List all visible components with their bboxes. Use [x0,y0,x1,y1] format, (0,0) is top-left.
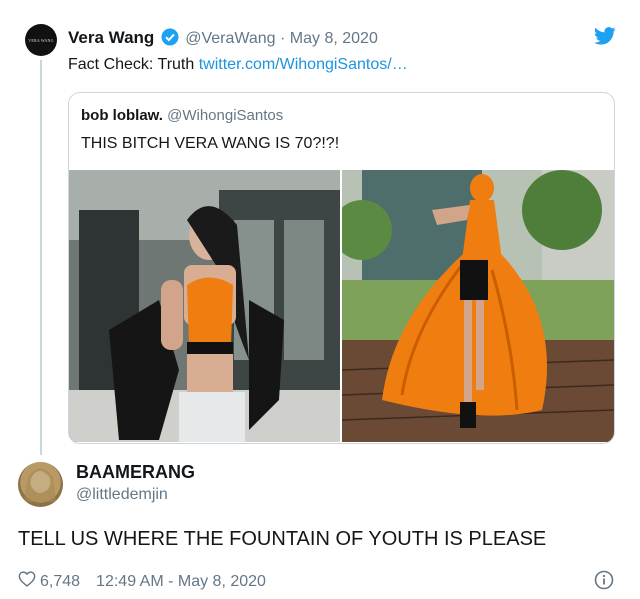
thread-line [40,60,42,455]
quoted-image-right[interactable] [342,170,614,442]
quoted-handle: @WihongiSantos [167,107,284,124]
tweet-text: Fact Check: Truth twitter.com/WihongiSan… [68,56,408,74]
tweet-date[interactable]: May 8, 2020 [290,30,378,47]
quoted-image-left[interactable] [69,170,340,442]
author-handle[interactable]: @VeraWang [185,30,275,47]
reply-text: TELL US WHERE THE FOUNTAIN OF YOUTH IS P… [18,528,547,550]
twitter-bird-icon[interactable] [594,27,616,50]
author-name[interactable]: Vera Wang [68,28,154,47]
reply-footer: 6,748 12:49 AM - May 8, 2020 [18,571,266,592]
reply-author-name[interactable]: BAAMERANG [76,462,195,483]
info-icon[interactable] [594,570,614,595]
dot-separator: · [280,30,286,47]
quoted-tweet-card[interactable]: bob loblaw. @WihongiSantos THIS BITCH VE… [68,92,615,444]
heart-icon[interactable] [18,571,36,592]
author-avatar[interactable]: VERA WANG [25,24,57,56]
reply-avatar[interactable] [18,462,63,507]
quoted-author-name: bob loblaw. [81,107,163,124]
like-count[interactable]: 6,748 [40,573,80,591]
quoted-text: THIS BITCH VERA WANG IS 70?!?! [81,135,340,152]
reply-handle[interactable]: @littledemjin [76,486,168,504]
tweet-text-prefix: Fact Check: Truth [68,56,199,73]
tweet-link[interactable]: twitter.com/WihongiSantos/… [199,56,408,73]
reply-timestamp[interactable]: 12:49 AM - May 8, 2020 [96,573,266,591]
avatar-logo-text: VERA WANG [28,37,54,43]
verified-badge-icon [161,28,179,51]
quoted-header: bob loblaw. @WihongiSantos [81,107,283,124]
tweet-header: Vera Wang @VeraWang · May 8, 2020 [68,28,378,51]
